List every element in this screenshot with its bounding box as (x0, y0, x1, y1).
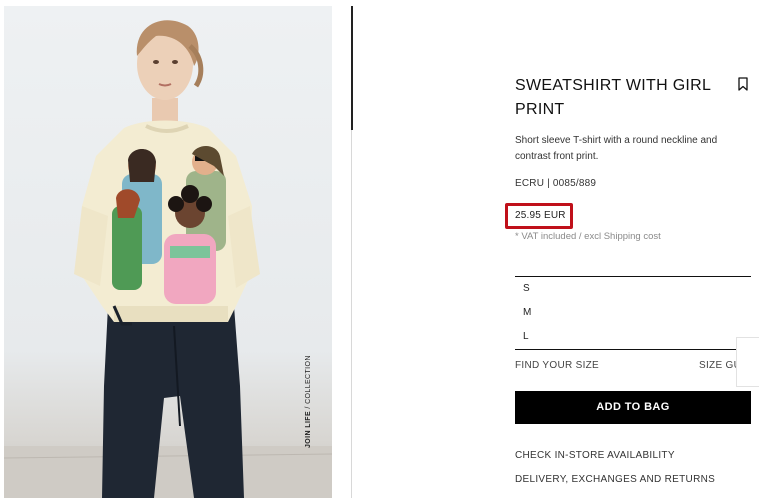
vat-note: * VAT included / excl Shipping cost (515, 231, 661, 242)
size-selector: S M L (515, 276, 751, 350)
size-option-s[interactable]: S (523, 279, 723, 299)
color-reference: ECRU | 0085/889 (515, 178, 597, 189)
product-price: 25.95 EUR (515, 210, 566, 221)
bookmark-icon[interactable] (736, 76, 750, 92)
collection-tag-bold: JOIN LIFE (305, 410, 312, 448)
size-option-m[interactable]: M (523, 303, 723, 323)
product-image[interactable]: JOIN LIFE / COLLECTION (4, 6, 332, 498)
product-description: Short sleeve T-shirt with a round neckli… (515, 135, 718, 162)
add-to-bag-button[interactable]: ADD TO BAG (515, 391, 751, 424)
column-divider (351, 130, 352, 498)
check-store-availability-link[interactable]: CHECK IN-STORE AVAILABILITY (515, 450, 675, 461)
size-guide-link[interactable]: SIZE GU (699, 360, 737, 371)
side-panel-tab[interactable] (736, 337, 759, 387)
product-title: SWEATSHIRT WITH GIRL PRINT (515, 77, 711, 118)
collection-tag-rest: / COLLECTION (305, 355, 312, 411)
image-scrollbar[interactable] (351, 6, 353, 130)
model-illustration (4, 20, 332, 498)
delivery-returns-link[interactable]: DELIVERY, EXCHANGES AND RETURNS (515, 474, 715, 485)
collection-tag: JOIN LIFE / COLLECTION (305, 355, 312, 448)
size-option-l[interactable]: L (523, 327, 723, 347)
find-your-size-link[interactable]: FIND YOUR SIZE (515, 360, 599, 371)
bookmark-icon-glyph (738, 77, 748, 91)
